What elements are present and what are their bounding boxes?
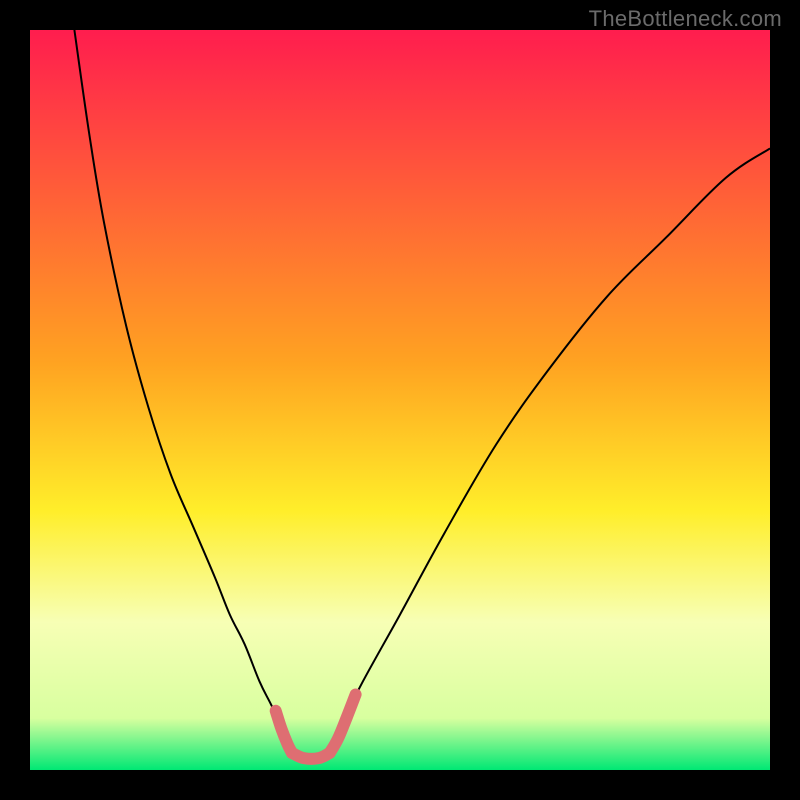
- plot-area: [30, 30, 770, 770]
- chart-frame: TheBottleneck.com: [0, 0, 800, 800]
- watermark-text: TheBottleneck.com: [589, 6, 782, 32]
- gradient-background: [30, 30, 770, 770]
- chart-svg: [30, 30, 770, 770]
